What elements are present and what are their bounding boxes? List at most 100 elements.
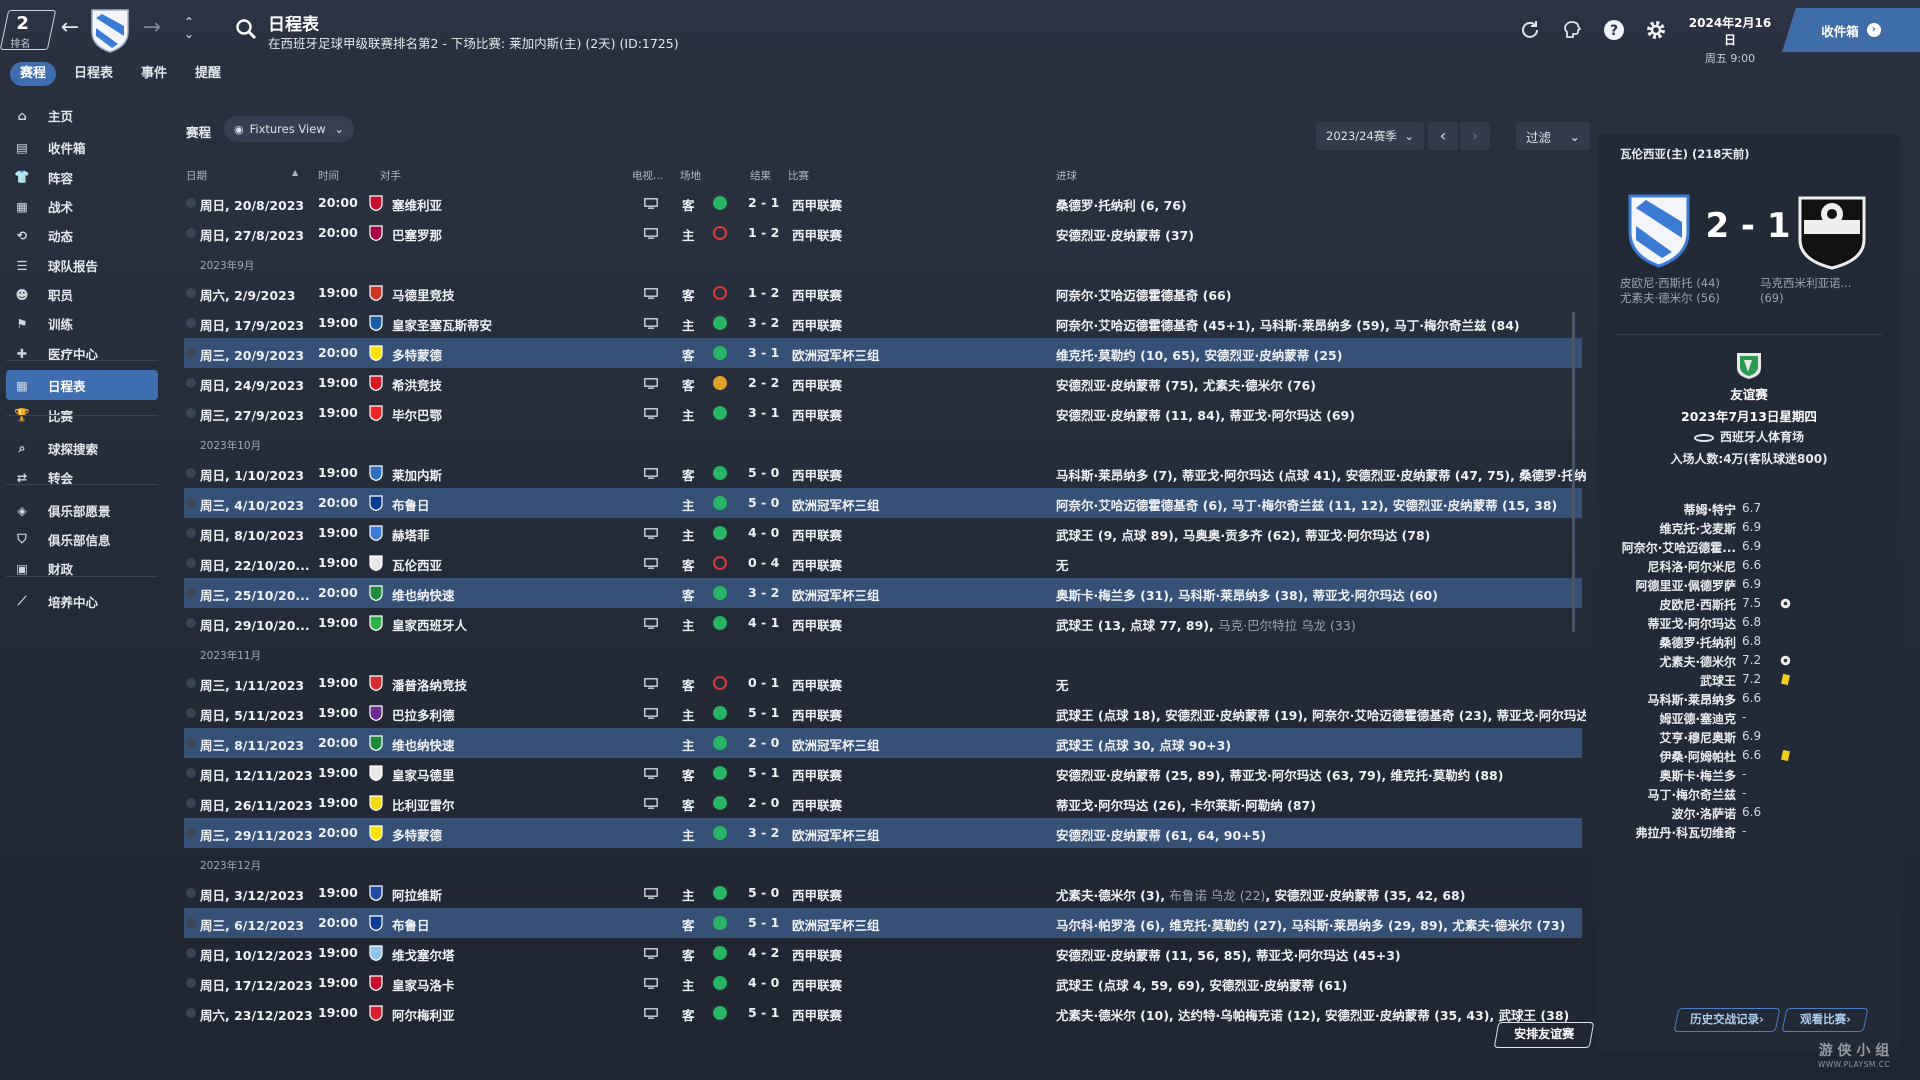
row-select-dot[interactable] — [186, 678, 196, 688]
view-dropdown[interactable]: ◉ Fixtures View ⌄ — [224, 116, 354, 142]
fixture-score[interactable]: 0 - 4 — [748, 555, 779, 570]
sidebar-item-medical[interactable]: ✚ 医疗中心 — [6, 338, 158, 368]
fixture-score[interactable]: 3 - 2 — [748, 315, 779, 330]
opponent-crest-icon[interactable] — [368, 735, 384, 751]
tab-schedule[interactable]: 日程表 — [64, 62, 123, 86]
up-down-arrows-icon[interactable]: ⌃ ⌄ — [180, 16, 198, 40]
opponent-crest-icon[interactable] — [368, 225, 384, 241]
fixture-competition[interactable]: 西甲联赛 — [792, 705, 842, 724]
fixture-competition[interactable]: 西甲联赛 — [792, 885, 842, 904]
opponent-crest-icon[interactable] — [368, 915, 384, 931]
refresh-icon[interactable] — [1518, 18, 1542, 42]
opponent-crest-icon[interactable] — [368, 885, 384, 901]
home-team-crest-icon[interactable] — [1624, 190, 1694, 270]
fixture-competition[interactable]: 西甲联赛 — [792, 465, 842, 484]
fixture-competition[interactable]: 西甲联赛 — [792, 375, 842, 394]
opponent-name[interactable]: 巴拉多利德 — [392, 705, 455, 724]
sidebar-item-staff[interactable]: ☻ 职员 — [6, 279, 158, 309]
fixture-score[interactable]: 0 - 1 — [748, 675, 779, 690]
row-select-dot[interactable] — [186, 588, 196, 598]
fixture-competition[interactable]: 西甲联赛 — [792, 1005, 842, 1024]
scrollbar[interactable] — [1572, 312, 1575, 632]
fixture-score[interactable]: 5 - 0 — [748, 885, 779, 900]
player-rating-row[interactable]: 桑德罗·托纳利 6.8 — [1616, 633, 1886, 651]
opponent-crest-icon[interactable] — [368, 195, 384, 211]
opponent-name[interactable]: 布鲁日 — [392, 915, 430, 934]
match-summary-header[interactable]: 瓦伦西亚(主) (218天前) — [1620, 146, 1750, 162]
fixture-competition[interactable]: 西甲联赛 — [792, 285, 842, 304]
fixture-row[interactable]: 周日, 17/12/2023 19:00 皇家马洛卡 主 4 - 0 西甲联赛 武球王 (点… — [184, 968, 1582, 998]
fixture-row[interactable]: 周六, 2/9/2023 19:00 马德里竞技 客 1 - 2 西甲联赛 阿奈尔·艾哈迈德… — [184, 278, 1582, 308]
row-select-dot[interactable] — [186, 948, 196, 958]
arrange-friendly-button[interactable]: 安排友谊赛 — [1493, 1022, 1595, 1048]
opponent-name[interactable]: 潘普洛纳竞技 — [392, 675, 467, 694]
opponent-crest-icon[interactable] — [368, 795, 384, 811]
fixture-score[interactable]: 5 - 0 — [748, 495, 779, 510]
fixture-competition[interactable]: 西甲联赛 — [792, 315, 842, 334]
player-rating-row[interactable]: 皮欧尼·西斯托 7.5 — [1616, 595, 1886, 613]
fixture-row[interactable]: 周三, 1/11/2023 19:00 潘普洛纳竞技 客 0 - 1 西甲联赛 无 — [184, 668, 1582, 698]
fixture-competition[interactable]: 欧洲冠军杯三组 — [792, 345, 880, 364]
fixture-score[interactable]: 3 - 1 — [748, 345, 779, 360]
fixture-row[interactable]: 周三, 8/11/2023 20:00 维也纳快速 主 2 - 0 欧洲冠军杯三组 武球王 … — [184, 728, 1582, 758]
fixture-competition[interactable]: 欧洲冠军杯三组 — [792, 915, 880, 934]
fixture-row[interactable]: 周三, 6/12/2023 20:00 布鲁日 客 5 - 1 欧洲冠军杯三组 马尔科·帕罗… — [184, 908, 1582, 938]
row-select-dot[interactable] — [186, 1008, 196, 1018]
sidebar-item-vision[interactable]: ◈ 俱乐部愿景 — [6, 495, 158, 525]
opponent-crest-icon[interactable] — [368, 525, 384, 541]
row-select-dot[interactable] — [186, 978, 196, 988]
fixture-score[interactable]: 3 - 2 — [748, 585, 779, 600]
row-select-dot[interactable] — [186, 918, 196, 928]
fixture-score[interactable]: 5 - 1 — [748, 915, 779, 930]
col-time[interactable]: 时间 — [318, 168, 339, 183]
opponent-crest-icon[interactable] — [368, 465, 384, 481]
fixture-score[interactable]: 5 - 1 — [748, 1005, 779, 1020]
opponent-name[interactable]: 希洪竞技 — [392, 375, 442, 394]
player-rating-row[interactable]: 姆亚德·塞迪克 - — [1616, 709, 1886, 727]
sidebar-item-report[interactable]: ☰ 球队报告 — [6, 250, 158, 280]
opponent-crest-icon[interactable] — [368, 945, 384, 961]
continue-inbox-button[interactable]: 收件箱 › — [1782, 8, 1920, 52]
forward-arrow-icon[interactable]: → — [140, 16, 164, 40]
fixture-score[interactable]: 4 - 0 — [748, 525, 779, 540]
opponent-crest-icon[interactable] — [368, 555, 384, 571]
row-select-dot[interactable] — [186, 798, 196, 808]
row-select-dot[interactable] — [186, 198, 196, 208]
opponent-name[interactable]: 阿尔梅利亚 — [392, 1005, 455, 1024]
fixture-row[interactable]: 周日, 29/10/20... 19:00 皇家西班牙人 主 4 - 1 西甲联赛 武球王 … — [184, 608, 1582, 638]
player-rating-row[interactable]: 阿德里亚·佩德罗萨 6.9 — [1616, 576, 1886, 594]
search-icon[interactable] — [235, 18, 257, 40]
fixture-competition[interactable]: 西甲联赛 — [792, 555, 842, 574]
fixture-score[interactable]: 4 - 2 — [748, 945, 779, 960]
opponent-name[interactable]: 马德里竞技 — [392, 285, 455, 304]
fixture-score[interactable]: 1 - 2 — [748, 225, 779, 240]
fixture-competition[interactable]: 西甲联赛 — [792, 765, 842, 784]
opponent-name[interactable]: 巴塞罗那 — [392, 225, 442, 244]
opponent-crest-icon[interactable] — [368, 975, 384, 991]
sidebar-item-training[interactable]: ⚑ 训练 — [6, 308, 158, 338]
opponent-name[interactable]: 瓦伦西亚 — [392, 555, 442, 574]
opponent-name[interactable]: 维也纳快速 — [392, 735, 455, 754]
fixture-score[interactable]: 2 - 0 — [748, 795, 779, 810]
opponent-crest-icon[interactable] — [368, 675, 384, 691]
fixture-score[interactable]: 3 - 1 — [748, 405, 779, 420]
club-crest-icon[interactable] — [88, 6, 132, 54]
gear-icon[interactable] — [1644, 18, 1668, 42]
head-to-head-button[interactable]: 历史交战记录 › — [1673, 1008, 1781, 1032]
fixture-competition[interactable]: 西甲联赛 — [792, 945, 842, 964]
fixture-competition[interactable]: 西甲联赛 — [792, 795, 842, 814]
opponent-crest-icon[interactable] — [368, 765, 384, 781]
fixture-row[interactable]: 周三, 4/10/2023 20:00 布鲁日 主 5 - 0 欧洲冠军杯三组 阿奈尔·艾哈… — [184, 488, 1582, 518]
player-rating-row[interactable]: 马丁·梅尔奇兰兹 - — [1616, 785, 1886, 803]
fixture-competition[interactable]: 西甲联赛 — [792, 225, 842, 244]
opponent-crest-icon[interactable] — [368, 1005, 384, 1021]
row-select-dot[interactable] — [186, 528, 196, 538]
fixture-competition[interactable]: 欧洲冠军杯三组 — [792, 495, 880, 514]
player-rating-row[interactable]: 伊桑·阿姆帕杜 6.6 — [1616, 747, 1886, 765]
opponent-name[interactable]: 比利亚雷尔 — [392, 795, 455, 814]
fixture-row[interactable]: 周六, 23/12/2023 19:00 阿尔梅利亚 客 5 - 1 西甲联赛 尤素夫·德米… — [184, 998, 1582, 1028]
sidebar-item-finance[interactable]: ▣ 财政 — [6, 553, 158, 583]
game-date[interactable]: 2024年2月16日 周五 9:00 — [1684, 14, 1776, 66]
opponent-name[interactable]: 皇家圣塞瓦斯蒂安 — [392, 315, 492, 334]
opponent-name[interactable]: 多特蒙德 — [392, 345, 442, 364]
